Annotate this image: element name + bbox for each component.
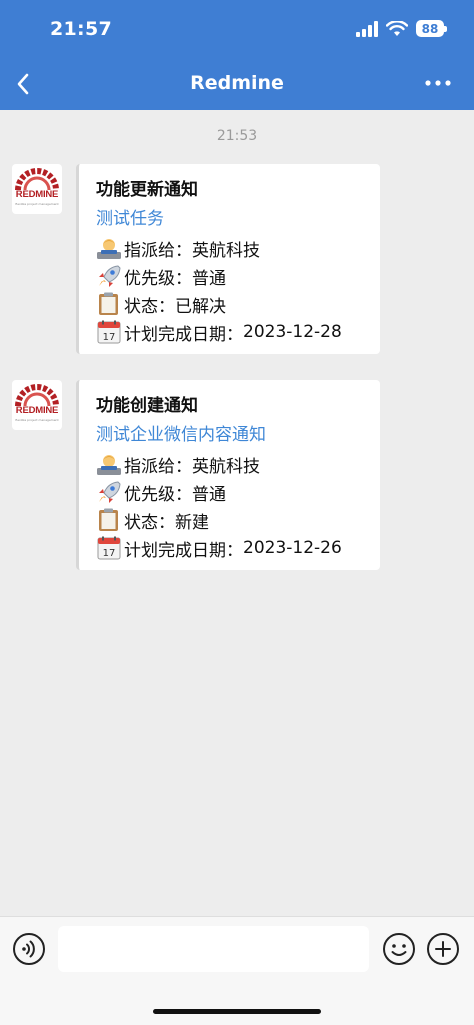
cellular-signal-icon [356, 20, 378, 37]
more-actions-button[interactable] [426, 932, 460, 966]
svg-text:17: 17 [103, 332, 116, 343]
avatar-tagline: flexible project management [15, 418, 59, 422]
more-button[interactable] [420, 68, 456, 98]
rocket-icon [99, 265, 121, 287]
due-date-value: 2023-12-26 [243, 538, 342, 558]
avatar[interactable]: REDMINE flexible project management [12, 164, 62, 214]
avatar[interactable]: REDMINE flexible project management [12, 380, 62, 430]
assignee-value: 英航科技 [192, 240, 260, 261]
status-icons: 88 [356, 20, 447, 37]
calendar-icon: 17 [97, 536, 121, 560]
voice-button[interactable] [12, 932, 46, 966]
issue-link[interactable]: 测试任务 [96, 206, 368, 234]
message-card[interactable]: 功能更新通知 测试任务 指派给： 英航科技 优先级： 普通 状态： 已解决 17… [76, 164, 380, 354]
voice-icon [13, 933, 45, 965]
status-row: 状态： 已解决 [96, 290, 368, 318]
card-title: 功能创建通知 [96, 396, 198, 416]
plus-icon [427, 933, 459, 965]
assignee-value: 英航科技 [192, 456, 260, 477]
priority-label: 优先级： [124, 268, 192, 289]
status-time: 21:57 [50, 18, 112, 40]
assignee-label: 指派给： [124, 240, 192, 261]
status-value: 新建 [175, 512, 209, 533]
assignee-label: 指派给： [124, 456, 192, 477]
wifi-icon [386, 20, 408, 36]
chat-title: Redmine [190, 72, 284, 94]
clipboard-icon [99, 508, 118, 531]
due-date-label: 计划完成日期： [124, 324, 243, 345]
due-date-row: 17 计划完成日期： 2023-12-26 [96, 534, 368, 562]
clipboard-icon [99, 292, 118, 315]
message-input[interactable] [58, 926, 369, 972]
due-date-value: 2023-12-28 [243, 322, 342, 342]
assignee-row: 指派给： 英航科技 [96, 234, 368, 262]
status-label: 状态： [124, 296, 175, 317]
issue-link[interactable]: 测试企业微信内容通知 [96, 422, 368, 450]
status-label: 状态： [124, 512, 175, 533]
svg-text:17: 17 [103, 548, 116, 559]
message-timestamp: 21:53 [216, 128, 258, 144]
technologist-icon [97, 455, 121, 475]
priority-row: 优先级： 普通 [96, 262, 368, 290]
battery-indicator: 88 [416, 20, 447, 37]
assignee-row: 指派给： 英航科技 [96, 450, 368, 478]
more-dots-icon [425, 80, 451, 86]
emoji-button[interactable] [382, 932, 416, 966]
priority-label: 优先级： [124, 484, 192, 505]
due-date-label: 计划完成日期： [124, 540, 243, 561]
priority-row: 优先级： 普通 [96, 478, 368, 506]
avatar-tagline: flexible project management [15, 202, 59, 206]
emoji-icon [383, 933, 415, 965]
message-card[interactable]: 功能创建通知 测试企业微信内容通知 指派给： 英航科技 优先级： 普通 状态： … [76, 380, 380, 570]
status-row: 状态： 新建 [96, 506, 368, 534]
calendar-icon: 17 [97, 320, 121, 344]
priority-value: 普通 [192, 268, 226, 289]
due-date-row: 17 计划完成日期： 2023-12-28 [96, 318, 368, 346]
home-indicator [153, 1009, 321, 1014]
avatar-wordmark: REDMINE [15, 189, 59, 200]
avatar-wordmark: REDMINE [15, 405, 59, 416]
card-title: 功能更新通知 [96, 180, 198, 200]
technologist-icon [97, 239, 121, 259]
status-value: 已解决 [175, 296, 226, 317]
rocket-icon [99, 481, 121, 503]
priority-value: 普通 [192, 484, 226, 505]
top-bar: 21:57 88 Redmine [0, 0, 474, 110]
